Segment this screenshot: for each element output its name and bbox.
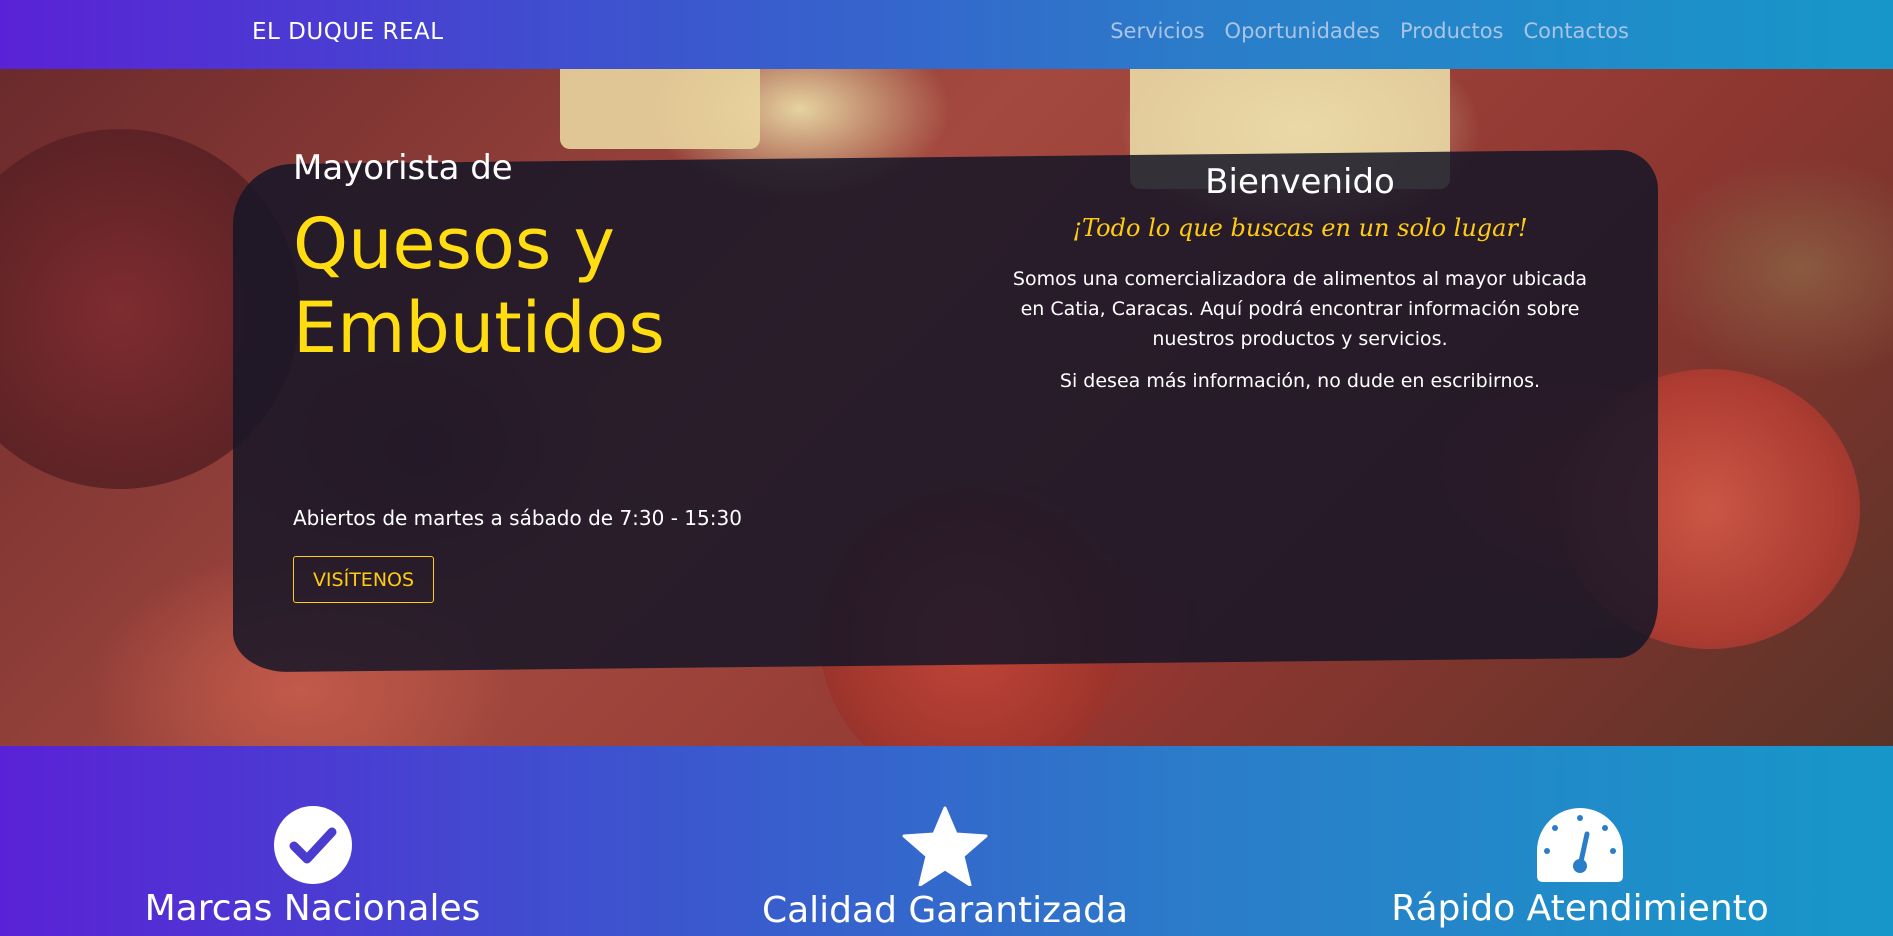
visit-button[interactable]: VISÍTENOS [293, 556, 434, 603]
feature-label: Rápido Atendimiento [1391, 888, 1769, 929]
nav-link-productos[interactable]: Productos [1400, 19, 1504, 43]
cheese-decor [560, 69, 760, 149]
star-icon [902, 806, 988, 886]
nav-link-contactos[interactable]: Contactos [1524, 19, 1630, 43]
feature-rapido-atendimiento: Rápido Atendimiento [1380, 806, 1780, 929]
speedometer-icon [1535, 806, 1625, 884]
welcome-block: Bienvenido ¡Todo lo que buscas en un sol… [1010, 162, 1590, 392]
hero-title-line2: Embutidos [293, 287, 665, 369]
feature-calidad-garantizada: Calidad Garantizada [760, 806, 1130, 931]
nav-link-oportunidades[interactable]: Oportunidades [1225, 19, 1380, 43]
hero-heading-block: Mayorista de Quesos y Embutidos [293, 148, 933, 370]
opening-hours: Abiertos de martes a sábado de 7:30 - 15… [293, 506, 742, 530]
company-description: Somos una comercializadora de alimentos … [1012, 268, 1588, 350]
hero-section [0, 69, 1893, 746]
tagline: ¡Todo lo que buscas en un solo lugar! [1072, 214, 1528, 242]
brand-logo-link[interactable]: EL DUQUE REAL [252, 19, 444, 45]
navbar: EL DUQUE REAL Servicios Oportunidades Pr… [0, 0, 1893, 69]
features-section: Marcas Nacionales Calidad Garantizada Rá… [0, 746, 1893, 936]
contact-note: Si desea más información, no dude en esc… [1059, 370, 1541, 392]
feature-marcas-nacionales: Marcas Nacionales [140, 806, 485, 929]
hero-subtitle: Mayorista de [293, 148, 513, 188]
nav-link-servicios[interactable]: Servicios [1110, 19, 1204, 43]
check-circle-icon [273, 806, 352, 884]
feature-label: Marcas Nacionales [144, 888, 481, 929]
feature-label: Calidad Garantizada [761, 890, 1129, 931]
nav-links: Servicios Oportunidades Productos Contac… [1110, 19, 1629, 43]
hero-title-line1: Quesos y [293, 203, 615, 285]
welcome-heading: Bienvenido [1205, 162, 1395, 202]
